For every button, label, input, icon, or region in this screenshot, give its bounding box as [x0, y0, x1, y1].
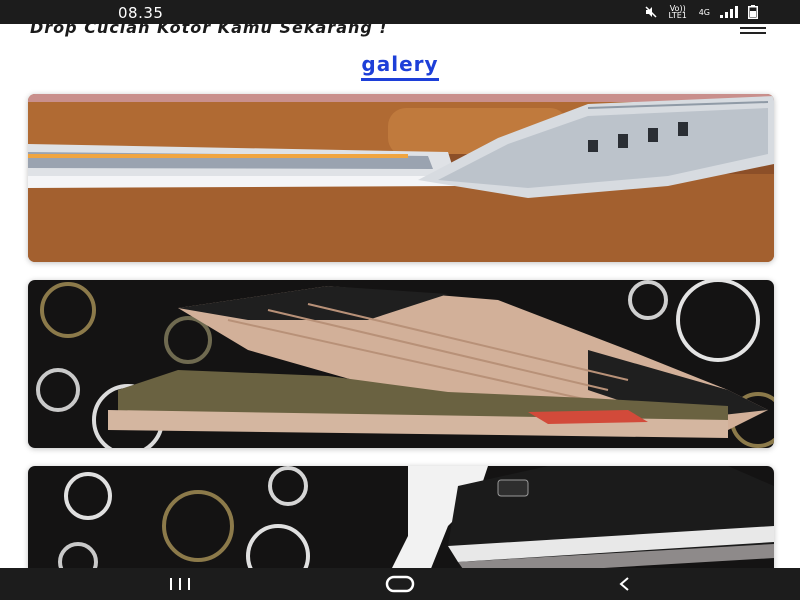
- hamburger-icon[interactable]: [740, 24, 768, 36]
- site-header: Drop Cucian Kotor Kamu Sekarang !: [0, 24, 800, 38]
- gallery-image-2[interactable]: [28, 280, 774, 448]
- network-text: 4G: [698, 7, 710, 17]
- back-icon[interactable]: [612, 574, 636, 594]
- home-icon[interactable]: [383, 574, 417, 594]
- recent-apps-icon[interactable]: [166, 574, 194, 594]
- mute-icon: [645, 6, 657, 18]
- system-nav-bar: [0, 568, 800, 600]
- status-time: 08.35: [118, 4, 164, 22]
- battery-icon: [748, 5, 758, 19]
- gallery-image-1[interactable]: [28, 94, 774, 262]
- gallery-image-3[interactable]: [28, 466, 774, 576]
- status-bar: 08.35 Vo)) LTE1 4G: [0, 0, 800, 24]
- signal-text: Vo)) LTE1: [668, 4, 687, 20]
- signal-icon: [720, 6, 738, 18]
- header-tagline: Drop Cucian Kotor Kamu Sekarang !: [30, 24, 388, 37]
- gallery-section-title: galery: [0, 52, 800, 81]
- status-icons: Vo)) LTE1 4G: [645, 4, 758, 20]
- gallery-title: galery: [361, 52, 439, 81]
